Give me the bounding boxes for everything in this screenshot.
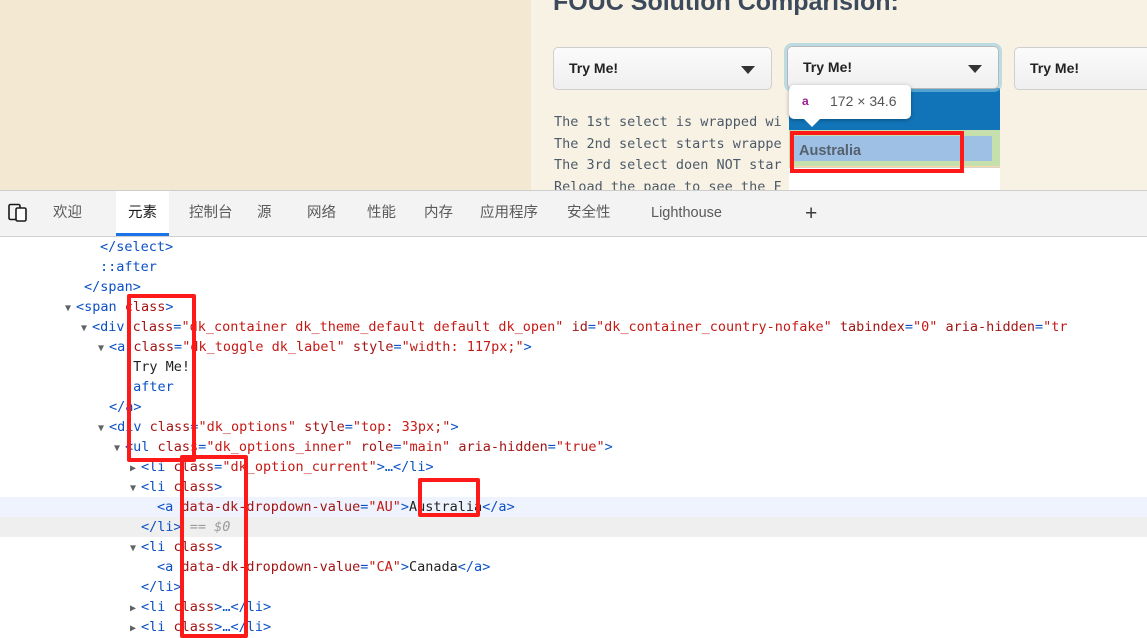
dom-tree-row[interactable]: ▼ <span class> bbox=[0, 297, 1147, 317]
dom-row-content: <ul class="dk_options_inner" role="main"… bbox=[125, 439, 613, 455]
page-title: FOUC Solution Comparision: bbox=[553, 0, 899, 16]
dom-tree-row[interactable]: ▼ <li class> bbox=[0, 537, 1147, 557]
select-3-label: Try Me! bbox=[1030, 60, 1080, 76]
tab-security-label: 安全性 bbox=[567, 205, 611, 221]
dom-tree-row[interactable]: "Try Me!" bbox=[0, 357, 1147, 377]
tab-elements-label: 元素 bbox=[128, 205, 157, 221]
twisty-collapsed-icon[interactable]: ▶ bbox=[130, 619, 141, 638]
tooltip-tag-name: a bbox=[802, 94, 809, 108]
dom-tree-row[interactable]: ▼ <ul class="dk_options_inner" role="main… bbox=[0, 437, 1147, 457]
screenshot-root: FOUC Solution Comparision: Try Me! Try M… bbox=[0, 0, 1147, 638]
twisty-expanded-icon[interactable]: ▼ bbox=[130, 479, 141, 499]
dropdown-remaining-area bbox=[789, 167, 1000, 190]
dom-row-content: :after bbox=[125, 379, 174, 395]
dom-row-content: <a class="dk_toggle dk_label" style="wid… bbox=[109, 339, 532, 355]
dom-tree-row[interactable]: ::after bbox=[0, 257, 1147, 277]
select-dropdown-1[interactable]: Try Me! bbox=[553, 47, 772, 90]
dom-tree-row[interactable]: ▼ <div class="dk_options" style="top: 33p… bbox=[0, 417, 1147, 437]
select-dropdown-3[interactable]: Try Me! bbox=[1014, 47, 1147, 90]
tab-memory[interactable]: 内存 bbox=[412, 191, 465, 236]
dom-row-content: <li class> bbox=[141, 479, 223, 495]
dom-row-content: "Try Me!" bbox=[125, 359, 199, 375]
dom-tree-row[interactable]: ▶ <li class>…</li> bbox=[0, 597, 1147, 617]
tab-application-label: 应用程序 bbox=[480, 205, 538, 221]
dom-row-content: <a data-dk-dropdown-value="CA">Canada</a… bbox=[157, 559, 491, 575]
inspect-element-icon[interactable] bbox=[7, 202, 29, 224]
tab-network-label: 网络 bbox=[307, 205, 336, 221]
add-panel-button[interactable]: + bbox=[805, 203, 817, 224]
dom-row-content: <span class> bbox=[76, 299, 174, 315]
dom-tree-row[interactable]: </li> == $0 bbox=[0, 517, 1147, 537]
twisty-expanded-icon[interactable]: ▼ bbox=[81, 319, 92, 339]
dom-row-content: </a> bbox=[109, 399, 142, 415]
select-dropdown-2[interactable]: Try Me! bbox=[787, 46, 999, 89]
dom-tree-row[interactable]: ▼ <a class="dk_toggle dk_label" style="wi… bbox=[0, 337, 1147, 357]
twisty-expanded-icon[interactable]: ▼ bbox=[130, 539, 141, 559]
tab-performance-label: 性能 bbox=[367, 205, 396, 221]
tab-elements[interactable]: 元素 bbox=[116, 191, 169, 236]
dom-row-content: ::after bbox=[100, 259, 157, 275]
devtools-tabbar: 欢迎 元素 控制台 源 网络 性能 内存 应用程序 安全性 Lighthouse… bbox=[0, 191, 1147, 237]
tooltip-dimensions: 172 × 34.6 bbox=[830, 93, 897, 109]
dom-row-content: <li class>…</li> bbox=[141, 599, 272, 615]
tab-sources-label: 源 bbox=[257, 205, 272, 221]
dom-tree-row[interactable]: ▶ <li class="dk_option_current">…</li> bbox=[0, 457, 1147, 477]
dom-tree-row[interactable]: <a data-dk-dropdown-value="CA">Canada</a… bbox=[0, 557, 1147, 577]
dom-row-content: <div class="dk_container dk_theme_defaul… bbox=[92, 319, 1068, 335]
tab-lighthouse-label: Lighthouse bbox=[651, 205, 722, 221]
tab-welcome[interactable]: 欢迎 bbox=[41, 191, 94, 236]
dom-tree-row[interactable]: ▶ <li class>…</li> bbox=[0, 617, 1147, 637]
dom-row-content: </span> bbox=[84, 279, 141, 295]
dom-tree-row[interactable]: </a> bbox=[0, 397, 1147, 417]
dom-tree-row[interactable]: </span> bbox=[0, 277, 1147, 297]
twisty-collapsed-icon[interactable]: ▶ bbox=[130, 599, 141, 619]
dom-tree-row[interactable]: ▼ <li class> bbox=[0, 477, 1147, 497]
tab-sources[interactable]: 源 bbox=[245, 191, 284, 236]
chevron-down-icon bbox=[968, 65, 982, 73]
twisty-expanded-icon[interactable]: ▼ bbox=[114, 439, 125, 459]
tooltip-arrow-icon bbox=[803, 118, 821, 127]
dom-tree-row[interactable]: :after bbox=[0, 377, 1147, 397]
devtools-panel: 欢迎 元素 控制台 源 网络 性能 内存 应用程序 安全性 Lighthouse… bbox=[0, 190, 1147, 638]
dom-row-content: <a data-dk-dropdown-value="AU">Australia… bbox=[157, 499, 515, 515]
twisty-collapsed-icon[interactable]: ▶ bbox=[130, 459, 141, 479]
tab-console[interactable]: 控制台 bbox=[177, 191, 245, 236]
dom-tree-row[interactable]: </select> bbox=[0, 237, 1147, 257]
dom-row-content: </select> bbox=[100, 239, 174, 255]
dom-row-content: <li class="dk_option_current">…</li> bbox=[141, 459, 434, 475]
twisty-expanded-icon[interactable]: ▼ bbox=[98, 339, 109, 359]
twisty-expanded-icon[interactable]: ▼ bbox=[65, 299, 76, 319]
dom-tree-row[interactable]: ▼ <div class="dk_container dk_theme_defau… bbox=[0, 317, 1147, 337]
dom-tree[interactable]: </select>::after </span> ▼ <span class> ▼ <di… bbox=[0, 237, 1147, 638]
select-1-label: Try Me! bbox=[569, 60, 619, 76]
chevron-down-icon bbox=[741, 66, 755, 74]
highlighted-option-label[interactable]: Australia bbox=[799, 143, 861, 159]
dom-row-content: <div class="dk_options" style="top: 33px… bbox=[109, 419, 459, 435]
element-size-tooltip: a 172 × 34.6 bbox=[789, 85, 911, 127]
web-page-region: FOUC Solution Comparision: Try Me! Try M… bbox=[0, 0, 1147, 190]
tab-application[interactable]: 应用程序 bbox=[468, 191, 550, 236]
dom-tree-row[interactable]: </li> bbox=[0, 577, 1147, 597]
dom-row-content: </li> == $0 bbox=[141, 519, 231, 535]
tab-welcome-label: 欢迎 bbox=[53, 205, 82, 221]
dom-row-content: <li class>…</li> bbox=[141, 619, 272, 635]
tab-memory-label: 内存 bbox=[424, 205, 453, 221]
tab-network[interactable]: 网络 bbox=[295, 191, 348, 236]
tab-performance[interactable]: 性能 bbox=[355, 191, 408, 236]
dom-row-content: </li> bbox=[141, 579, 182, 595]
select-2-label: Try Me! bbox=[803, 59, 853, 75]
tab-lighthouse[interactable]: Lighthouse bbox=[639, 191, 734, 236]
dom-row-content: <li class> bbox=[141, 539, 223, 555]
tab-console-label: 控制台 bbox=[189, 205, 233, 221]
page-background-left bbox=[0, 0, 531, 190]
tab-security[interactable]: 安全性 bbox=[555, 191, 623, 236]
twisty-expanded-icon[interactable]: ▼ bbox=[98, 419, 109, 439]
dom-tree-row[interactable]: <a data-dk-dropdown-value="AU">Australia… bbox=[0, 497, 1147, 517]
